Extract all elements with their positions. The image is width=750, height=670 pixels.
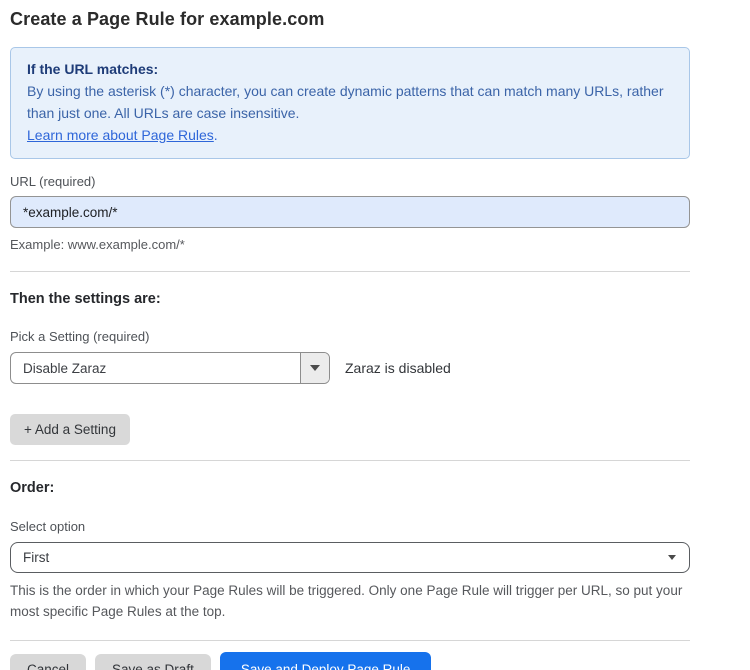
pick-setting-label: Pick a Setting (required) <box>10 329 690 344</box>
setting-picker-row: Disable Zaraz Zaraz is disabled <box>10 352 690 384</box>
order-select-label: Select option <box>10 519 690 534</box>
divider <box>10 271 690 272</box>
setting-select-value: Disable Zaraz <box>11 353 300 383</box>
caret-down-icon <box>668 555 676 560</box>
cancel-button[interactable]: Cancel <box>10 654 86 670</box>
link-period: . <box>214 127 218 143</box>
form-actions: Cancel Save as Draft Save and Deploy Pag… <box>10 652 690 670</box>
url-input[interactable] <box>10 196 690 228</box>
url-example-text: Example: www.example.com/* <box>10 235 690 255</box>
save-and-deploy-button[interactable]: Save and Deploy Page Rule <box>220 652 432 670</box>
url-field-label: URL (required) <box>10 174 690 189</box>
setting-select[interactable]: Disable Zaraz <box>10 352 330 384</box>
page-title: Create a Page Rule for example.com <box>10 9 690 30</box>
page-rule-form: Create a Page Rule for example.com If th… <box>0 0 750 670</box>
divider <box>10 460 690 461</box>
setting-select-arrow-button[interactable] <box>300 353 329 383</box>
order-section-heading: Order: <box>10 480 690 496</box>
add-setting-button[interactable]: + Add a Setting <box>10 414 130 445</box>
order-select-value: First <box>23 550 49 565</box>
url-match-info-box: If the URL matches: By using the asteris… <box>10 47 690 159</box>
order-helper-text: This is the order in which your Page Rul… <box>10 580 690 622</box>
setting-status-text: Zaraz is disabled <box>345 360 451 376</box>
info-box-body: By using the asterisk (*) character, you… <box>27 80 673 124</box>
learn-more-link[interactable]: Learn more about Page Rules <box>27 127 214 143</box>
save-as-draft-button[interactable]: Save as Draft <box>95 654 211 670</box>
info-box-heading: If the URL matches: <box>27 58 673 80</box>
order-select[interactable]: First <box>10 542 690 573</box>
info-box-link-line: Learn more about Page Rules. <box>27 124 673 146</box>
settings-section-heading: Then the settings are: <box>10 291 690 307</box>
divider <box>10 640 690 641</box>
caret-down-icon <box>310 365 320 371</box>
